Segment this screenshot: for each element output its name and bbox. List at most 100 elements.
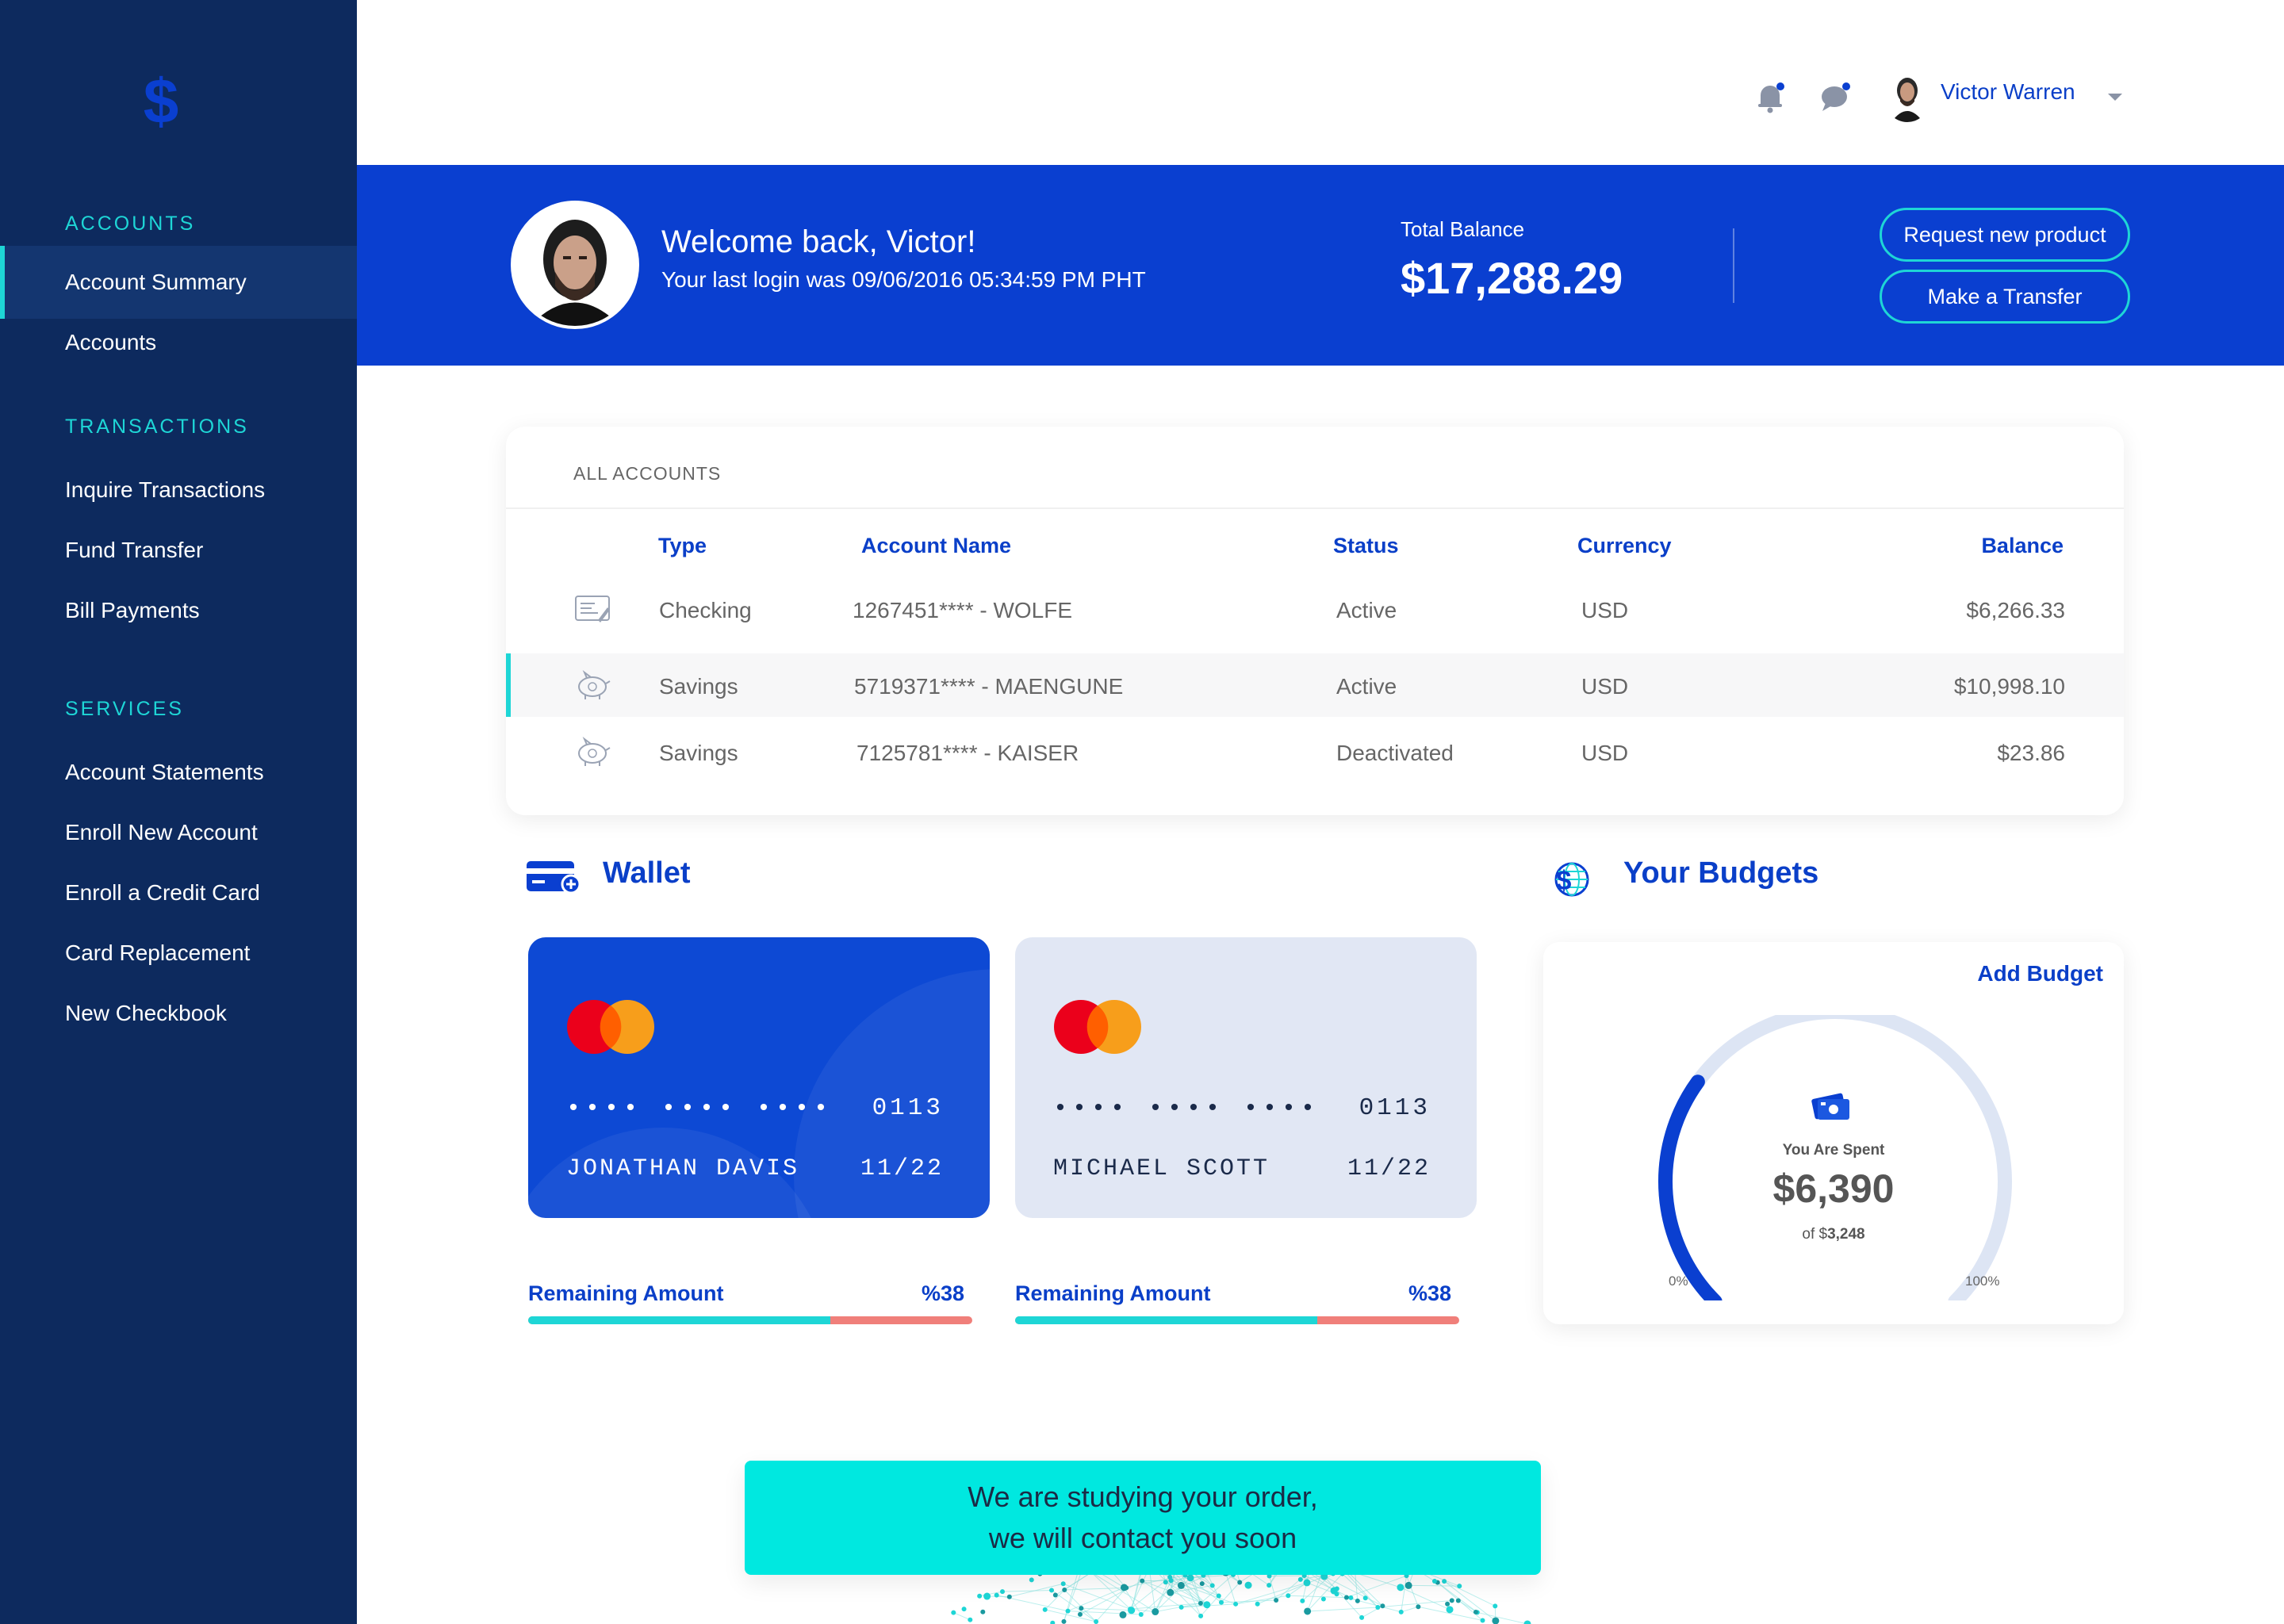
avatar[interactable] [1884, 70, 1931, 122]
cell-status: Active [1336, 598, 1397, 622]
spent-value: $6,390 [1772, 1166, 1895, 1211]
nav-item-label: Enroll New Account [65, 820, 258, 845]
gauge-max-label: 100% [1965, 1274, 2000, 1289]
chat-icon[interactable] [1819, 79, 1851, 114]
profile-avatar [511, 201, 639, 329]
budget-total: of $3,248 [1543, 1226, 2124, 1243]
last-login-text: Your last login was 09/06/2016 05:34:59 … [661, 267, 1146, 292]
gauge-min-label: 0% [1669, 1274, 1688, 1289]
nav-item-accounts[interactable]: Accounts [0, 306, 357, 379]
budget-total-prefix: of $ [1802, 1226, 1828, 1243]
nav-item-label: New Checkbook [65, 1001, 227, 1025]
credit-card[interactable]: •••• •••• •••• 0113 JONATHAN DAVIS 11/22 [528, 937, 990, 1218]
cell-currency: USD [1581, 598, 1629, 622]
table-row[interactable]: Savings 5719371**** - MAENGUNE Active US… [506, 653, 2124, 717]
nav-item-label: Enroll a Credit Card [65, 880, 260, 905]
budget-card: Add Budget You Are Spent $6,390 of $3,24… [1543, 942, 2124, 1324]
remaining-amount-label: Remaining Amount [1015, 1281, 1211, 1305]
cell-balance: $10,998.10 [1953, 674, 2065, 699]
cell-status: Deactivated [1336, 741, 1454, 765]
accounts-title: ALL ACCOUNTS [573, 463, 722, 484]
cell-currency: USD [1581, 674, 1629, 699]
cell-balance: $6,266.33 [1966, 598, 2065, 622]
nav-section-services: SERVICES [65, 698, 184, 720]
card-last4: 0113 [1359, 1094, 1431, 1122]
card-expiry: 11/22 [1347, 1155, 1431, 1182]
remaining-amount-fill [528, 1316, 830, 1324]
budgets-title: Your Budgets [1623, 856, 1819, 890]
cell-status: Active [1336, 674, 1397, 699]
credit-card[interactable]: •••• •••• •••• 0113 MICHAEL SCOTT 11/22 [1015, 937, 1477, 1218]
column-header-account-name[interactable]: Account Name [861, 534, 1011, 558]
column-header-type[interactable]: Type [658, 534, 707, 558]
column-header-currency[interactable]: Currency [1577, 534, 1672, 558]
chevron-down-icon[interactable] [2108, 94, 2122, 101]
svg-text:$: $ [1557, 866, 1572, 896]
remaining-amount-bar [528, 1316, 972, 1324]
nav-item-label: Fund Transfer [65, 538, 204, 562]
check-icon [575, 596, 610, 622]
user-name[interactable]: Victor Warren [1941, 79, 2075, 105]
card-number-mask: •••• •••• •••• [1053, 1096, 1320, 1123]
accounts-divider [506, 508, 2124, 509]
column-header-balance[interactable]: Balance [1981, 534, 2064, 558]
remaining-amount-percent: %38 [1408, 1281, 1452, 1305]
budget-total-value: 3,248 [1827, 1226, 1865, 1243]
nav-item-label: Card Replacement [65, 940, 251, 965]
make-transfer-button[interactable]: Make a Transfer [1880, 270, 2130, 324]
globe-dollar-icon: $ [1554, 862, 1589, 897]
total-balance-value: $17,288.29 [1401, 253, 1623, 303]
piggy-bank-icon [578, 736, 611, 766]
piggy-bank-icon [578, 669, 611, 699]
cell-type: Checking [659, 598, 752, 622]
column-header-status[interactable]: Status [1333, 534, 1399, 558]
table-row[interactable]: Checking 1267451**** - WOLFE Active USD … [506, 577, 2124, 641]
cell-account-name: 1267451**** - WOLFE [853, 598, 1073, 622]
banner-divider [1733, 228, 1734, 303]
remaining-amount-percent: %38 [922, 1281, 965, 1305]
card-holder: MICHAEL SCOTT [1053, 1155, 1270, 1182]
mastercard-icon [567, 1000, 654, 1054]
welcome-banner [357, 165, 2284, 366]
cell-type: Savings [659, 674, 738, 699]
cell-type: Savings [659, 741, 738, 765]
nav-item-label: Account Statements [65, 760, 264, 784]
wallet-icon [527, 861, 581, 894]
notice-line-2: we will contact you soon [988, 1522, 1297, 1554]
accounts-card: ALL ACCOUNTS Type Account Name Status Cu… [506, 427, 2124, 815]
nav-section-transactions: TRANSACTIONS [65, 416, 249, 438]
remaining-amount-label: Remaining Amount [528, 1281, 724, 1305]
nav-item-new-checkbook[interactable]: New Checkbook [0, 977, 357, 1050]
cell-account-name: 7125781**** - KAISER [856, 741, 1079, 765]
wallet-title: Wallet [603, 856, 691, 890]
notice-line-1: We are studying your order, [968, 1480, 1318, 1513]
card-holder: JONATHAN DAVIS [566, 1155, 800, 1182]
sidebar: $ ACCOUNTS Account Summary Accounts TRAN… [0, 0, 357, 1624]
svg-text:$: $ [144, 66, 179, 136]
add-budget-link[interactable]: Add Budget [1977, 961, 2103, 986]
cell-currency: USD [1581, 741, 1629, 765]
welcome-heading: Welcome back, Victor! [661, 224, 976, 259]
order-notice: We are studying your order, we will cont… [745, 1461, 1541, 1575]
bell-icon[interactable] [1754, 79, 1786, 114]
card-last4: 0113 [872, 1094, 944, 1122]
nav-item-label: Bill Payments [65, 598, 200, 622]
request-new-product-button[interactable]: Request new product [1880, 208, 2130, 262]
cell-balance: $23.86 [1997, 741, 2065, 765]
mastercard-icon [1054, 1000, 1141, 1054]
nav-item-label: Accounts [65, 330, 157, 354]
remaining-amount-fill [1015, 1316, 1317, 1324]
nav-item-bill-payments[interactable]: Bill Payments [0, 574, 357, 647]
spent-label: You Are Spent [1782, 1142, 1885, 1159]
nav-section-accounts: ACCOUNTS [65, 213, 196, 235]
logo-icon[interactable]: $ [115, 44, 204, 163]
remaining-amount-bar [1015, 1316, 1459, 1324]
money-card-icon [1811, 1093, 1849, 1120]
cell-account-name: 5719371**** - MAENGUNE [854, 674, 1124, 699]
nav-item-label: Inquire Transactions [65, 477, 266, 502]
card-expiry: 11/22 [860, 1155, 944, 1182]
table-row[interactable]: Savings 7125781**** - KAISER Deactivated… [506, 720, 2124, 783]
nav-item-label: Account Summary [65, 270, 247, 294]
total-balance-label: Total Balance [1401, 217, 1525, 241]
card-number-mask: •••• •••• •••• [566, 1096, 834, 1123]
